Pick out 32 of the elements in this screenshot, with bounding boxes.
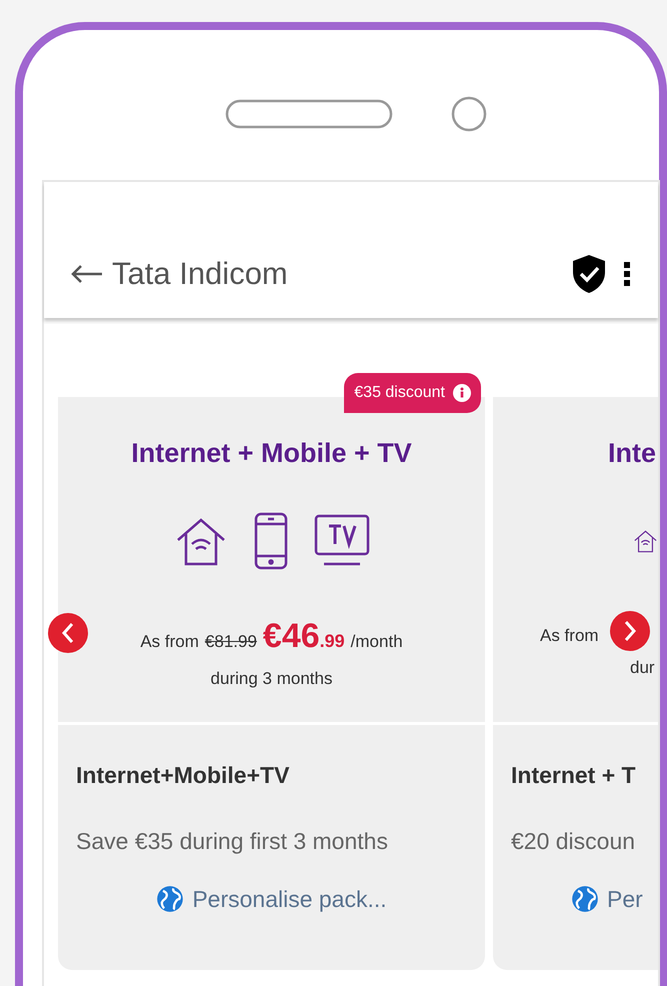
personalise-link[interactable]: Personalise pack... <box>156 882 387 916</box>
offer-duration: dur <box>630 658 655 676</box>
camera-icon <box>451 96 487 132</box>
phone-icon <box>254 512 288 570</box>
old-price: €81.99 <box>204 631 257 653</box>
offer-description: €20 discoun <box>511 827 636 856</box>
chevron-left-icon <box>61 622 75 644</box>
globe-icon <box>156 885 184 914</box>
price-prefix: As from <box>540 626 599 645</box>
previous-button[interactable] <box>48 613 88 653</box>
badge-text: €35 discount <box>354 383 445 403</box>
offer-heading: Inte <box>607 437 658 470</box>
back-button[interactable] <box>70 264 104 284</box>
chevron-right-icon <box>623 620 637 642</box>
globe-icon <box>571 885 599 914</box>
tv-icon <box>314 514 370 568</box>
more-vertical-icon <box>624 262 630 286</box>
price-prefix: As from <box>140 631 199 653</box>
offer-heading: Internet + Mobile + TV <box>130 437 413 470</box>
product-name: Internet + T <box>511 761 637 790</box>
offer-duration: during 3 months <box>210 669 332 688</box>
offer-price: €46.99 <box>262 616 345 657</box>
offer-description: Save €35 during first 3 months <box>76 827 389 856</box>
more-button[interactable] <box>624 262 630 286</box>
product-name: Internet+Mobile+TV <box>76 761 290 790</box>
info-icon <box>453 384 471 402</box>
personalise-link[interactable]: Per <box>571 882 643 916</box>
back-arrow-icon <box>70 264 104 284</box>
price-period: /month <box>350 631 403 653</box>
shield-check-icon <box>572 254 606 294</box>
speaker-icon <box>225 99 393 129</box>
app-title: Tata Indicom <box>112 254 288 293</box>
